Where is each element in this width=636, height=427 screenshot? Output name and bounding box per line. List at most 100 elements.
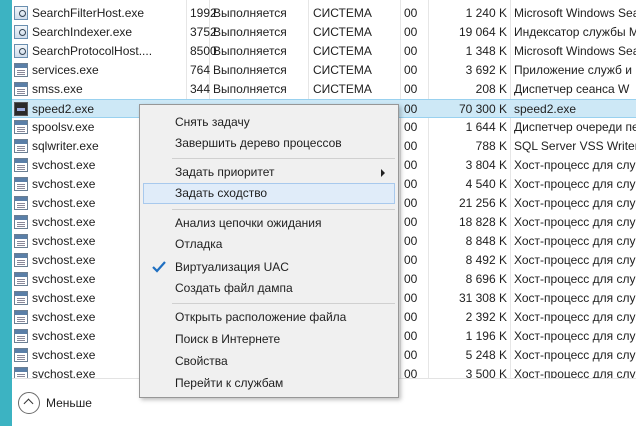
search-icon	[14, 25, 28, 39]
window-icon	[14, 120, 28, 134]
cpu-cell: 00	[404, 82, 418, 96]
checkmark-icon	[152, 261, 166, 273]
cpu-cell: 00	[404, 310, 418, 324]
window-icon	[14, 291, 28, 305]
cpu-cell: 00	[404, 44, 418, 58]
memory-cell: 3 692 K	[465, 63, 507, 77]
window-icon	[14, 82, 28, 96]
window-icon	[14, 215, 28, 229]
status-cell: Выполняется	[213, 82, 287, 96]
window-icon	[14, 329, 28, 343]
memory-cell: 2 392 K	[465, 310, 507, 324]
user-cell: СИСТЕМА	[313, 82, 372, 96]
menu-separator	[172, 158, 395, 159]
memory-cell: 208 K	[475, 82, 507, 96]
menu-separator	[172, 303, 395, 304]
menu-item-label: Поиск в Интернете	[175, 332, 281, 346]
description-cell: Приложение служб и	[514, 63, 632, 77]
window-icon	[14, 196, 28, 210]
window-icon	[14, 234, 28, 248]
menu-item-create-dump[interactable]: Создать файл дампа	[143, 278, 395, 299]
memory-cell: 8 696 K	[465, 272, 507, 286]
menu-item-label: Задать сходство	[175, 186, 268, 200]
window-icon	[14, 253, 28, 267]
user-cell: СИСТЕМА	[313, 63, 372, 77]
submenu-arrow-icon	[381, 169, 385, 177]
menu-item-end-task[interactable]: Снять задачу	[143, 112, 395, 133]
description-cell: Microsoft Windows Sea	[514, 44, 636, 58]
cpu-cell: 00	[404, 253, 418, 267]
description-cell: Хост-процесс для слу	[514, 158, 636, 172]
process-name-cell: SearchFilterHost.exe	[32, 6, 145, 20]
menu-item-label: Перейти к службам	[175, 376, 284, 390]
table-row[interactable]: SearchFilterHost.exe 1992 Выполняется СИСТЕ…	[12, 4, 636, 23]
process-name-cell: smss.exe	[32, 82, 83, 96]
description-cell: Хост-процесс для слу	[514, 196, 636, 210]
process-name-cell: SearchIndexer.exe	[32, 25, 133, 39]
menu-item-label: Создать файл дампа	[175, 281, 293, 295]
description-cell: Хост-процесс для слу	[514, 348, 636, 362]
user-cell: СИСТЕМА	[313, 44, 372, 58]
window-icon	[14, 272, 28, 286]
description-cell: Хост-процесс для слу	[514, 234, 636, 248]
cpu-cell: 00	[404, 63, 418, 77]
table-row[interactable]: SearchIndexer.exe 3752 Выполняется СИСТЕМА 0…	[12, 23, 636, 42]
cpu-cell: 00	[404, 215, 418, 229]
menu-item-label: Задать приоритет	[175, 165, 275, 179]
memory-cell: 21 256 K	[458, 196, 507, 210]
window-icon	[14, 348, 28, 362]
process-name-cell: services.exe	[32, 63, 99, 77]
menu-item-label: Открыть расположение файла	[175, 310, 347, 324]
user-cell: СИСТЕМА	[313, 25, 372, 39]
table-row[interactable]: services.exe 764 Выполняется СИСТЕМА 00 3 692…	[12, 61, 636, 80]
menu-item-label: Завершить дерево процессов	[175, 136, 342, 150]
cpu-cell: 00	[404, 329, 418, 343]
memory-cell: 8 492 K	[465, 253, 507, 267]
cpu-cell: 00	[404, 177, 418, 191]
memory-cell: 8 848 K	[465, 234, 507, 248]
menu-item-properties[interactable]: Свойства	[143, 351, 395, 372]
menu-item-open-file-location[interactable]: Открыть расположение файла	[143, 307, 395, 328]
left-accent-strip	[0, 0, 12, 426]
status-cell: Выполняется	[213, 25, 287, 39]
menu-item-debug[interactable]: Отладка	[143, 234, 395, 255]
window-icon	[14, 177, 28, 191]
menu-item-search-online[interactable]: Поиск в Интернете	[143, 329, 395, 350]
menu-item-end-process-tree[interactable]: Завершить дерево процессов	[143, 133, 395, 154]
menu-item-analyze-wait-chain[interactable]: Анализ цепочки ожидания	[143, 213, 395, 234]
less-details-link[interactable]: Меньше	[46, 396, 92, 410]
cpu-cell: 00	[404, 272, 418, 286]
memory-cell: 31 308 K	[458, 291, 507, 305]
description-cell: Индексатор службы M	[514, 25, 636, 39]
cpu-cell: 00	[404, 196, 418, 210]
memory-cell: 1 348 K	[465, 44, 507, 58]
description-cell: Хост-процесс для слу	[514, 291, 636, 305]
status-cell: Выполняется	[213, 44, 287, 58]
menu-item-set-priority[interactable]: Задать приоритет	[143, 162, 395, 183]
description-cell: Хост-процесс для слу	[514, 310, 636, 324]
search-icon	[14, 6, 28, 20]
memory-cell: 1 196 K	[465, 329, 507, 343]
window-icon	[14, 139, 28, 153]
description-cell: Диспетчер сеанса W	[514, 82, 630, 96]
description-cell: Хост-процесс для слу	[514, 177, 636, 191]
cpu-cell: 00	[404, 367, 418, 378]
memory-cell: 3 804 K	[465, 158, 507, 172]
description-cell: SQL Server VSS Writer -	[514, 139, 636, 153]
table-row[interactable]: SearchProtocolHost.... 8500 Выполняется СИС…	[12, 42, 636, 61]
cpu-cell: 00	[404, 291, 418, 305]
collapse-chevron-icon[interactable]	[18, 392, 40, 414]
memory-cell: 5 248 K	[465, 348, 507, 362]
menu-item-set-affinity[interactable]: Задать сходство	[143, 183, 395, 204]
status-cell: Выполняется	[213, 63, 287, 77]
menu-item-go-to-services[interactable]: Перейти к службам	[143, 373, 395, 394]
status-cell: Выполняется	[213, 6, 287, 20]
cpu-cell: 00	[404, 120, 418, 134]
description-cell: speed2.exe	[514, 102, 577, 116]
table-row[interactable]: smss.exe 344 Выполняется СИСТЕМА 00 208 K Дисп…	[12, 80, 636, 99]
description-cell: Хост-процесс для слу	[514, 329, 636, 343]
menu-item-uac-virtualization[interactable]: Виртуализация UAC	[143, 257, 395, 278]
window-icon	[14, 367, 28, 378]
cpu-cell: 00	[404, 348, 418, 362]
cpu-cell: 00	[404, 25, 418, 39]
